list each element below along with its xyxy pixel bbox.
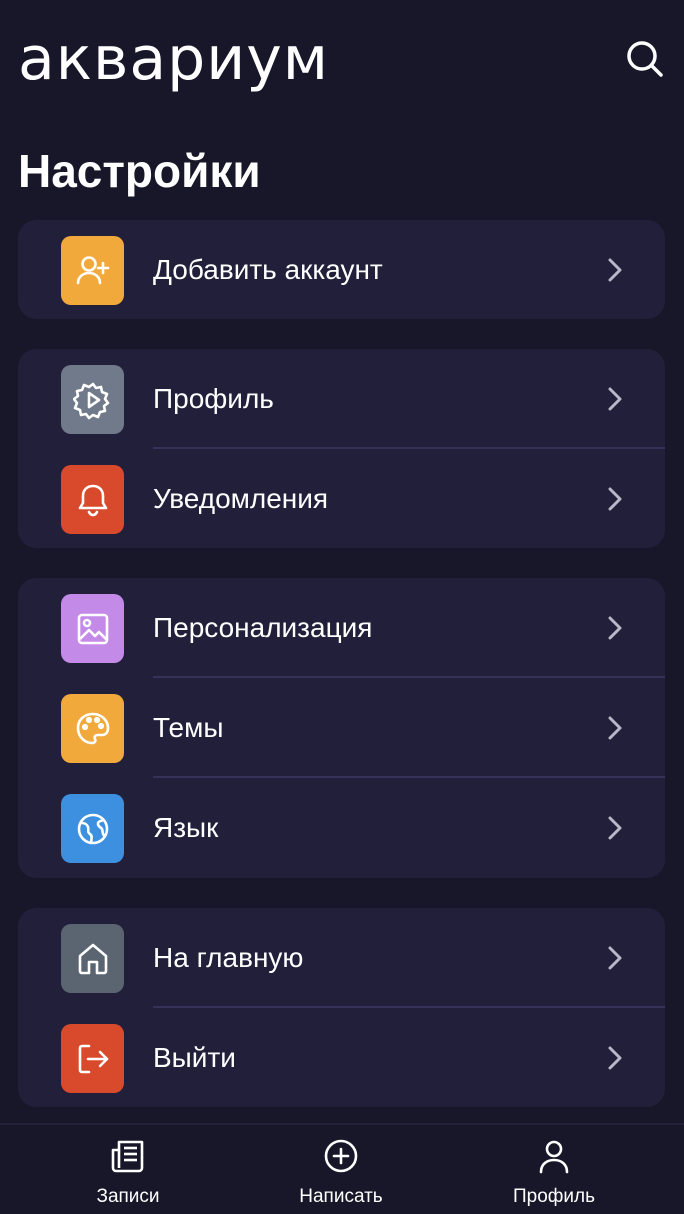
settings-item-add-account[interactable]: Добавить аккаунт <box>18 220 665 319</box>
settings-item-label: Профиль <box>153 383 274 414</box>
settings-item-profile[interactable]: Профиль <box>18 349 665 449</box>
user-icon <box>536 1137 572 1175</box>
chevron-right-icon <box>605 485 625 513</box>
bell-icon <box>61 465 124 534</box>
settings-group-account: Добавить аккаунт <box>18 220 665 319</box>
chevron-right-icon <box>605 944 625 972</box>
tab-write[interactable]: Написать <box>266 1137 416 1207</box>
settings-item-home[interactable]: На главную <box>18 908 665 1008</box>
palette-icon <box>61 694 124 763</box>
settings-group-navigation: На главную Выйти <box>18 908 665 1107</box>
chevron-right-icon <box>605 1044 625 1072</box>
settings-item-label: Уведомления <box>153 483 329 514</box>
settings-screen: аквариум Настройки Добавить аккаунт Проф… <box>0 0 684 1214</box>
tab-profile[interactable]: Профиль <box>479 1137 629 1207</box>
settings-item-label: Выйти <box>153 1042 236 1073</box>
tab-label: Написать <box>299 1186 383 1207</box>
chevron-right-icon <box>605 385 625 413</box>
logout-icon <box>61 1024 124 1093</box>
chevron-right-icon <box>605 714 625 742</box>
chevron-right-icon <box>605 814 625 842</box>
add-user-icon <box>61 236 124 305</box>
search-button[interactable] <box>624 38 666 80</box>
settings-item-label: Язык <box>153 812 219 843</box>
app-logo[interactable]: аквариум <box>18 24 329 94</box>
chevron-right-icon <box>605 614 625 642</box>
settings-item-label: Персонализация <box>153 612 373 643</box>
tab-posts[interactable]: Записи <box>53 1137 203 1207</box>
newspaper-icon <box>110 1137 146 1175</box>
image-icon <box>61 594 124 663</box>
settings-item-label: Добавить аккаунт <box>153 254 383 285</box>
home-icon <box>61 924 124 993</box>
settings-item-logout[interactable]: Выйти <box>18 1008 665 1107</box>
tab-label: Записи <box>96 1186 160 1207</box>
globe-icon <box>61 794 124 863</box>
settings-item-label: На главную <box>153 942 304 973</box>
settings-item-label: Темы <box>153 712 224 743</box>
settings-group-appearance: Персонализация Темы Язык <box>18 578 665 878</box>
search-icon <box>627 41 663 77</box>
settings-item-themes[interactable]: Темы <box>18 678 665 778</box>
settings-item-notifications[interactable]: Уведомления <box>18 449 665 548</box>
app-header: аквариум <box>0 0 684 120</box>
settings-item-language[interactable]: Язык <box>18 778 665 878</box>
tab-label: Профиль <box>512 1186 596 1207</box>
gear-icon <box>61 365 124 434</box>
bottom-tab-bar: Записи Написать Профиль <box>0 1123 684 1214</box>
plus-circle-icon <box>323 1137 359 1175</box>
settings-item-personalization[interactable]: Персонализация <box>18 578 665 678</box>
chevron-right-icon <box>605 256 625 284</box>
page-title: Настройки <box>18 145 261 197</box>
settings-group-profile: Профиль Уведомления <box>18 349 665 548</box>
